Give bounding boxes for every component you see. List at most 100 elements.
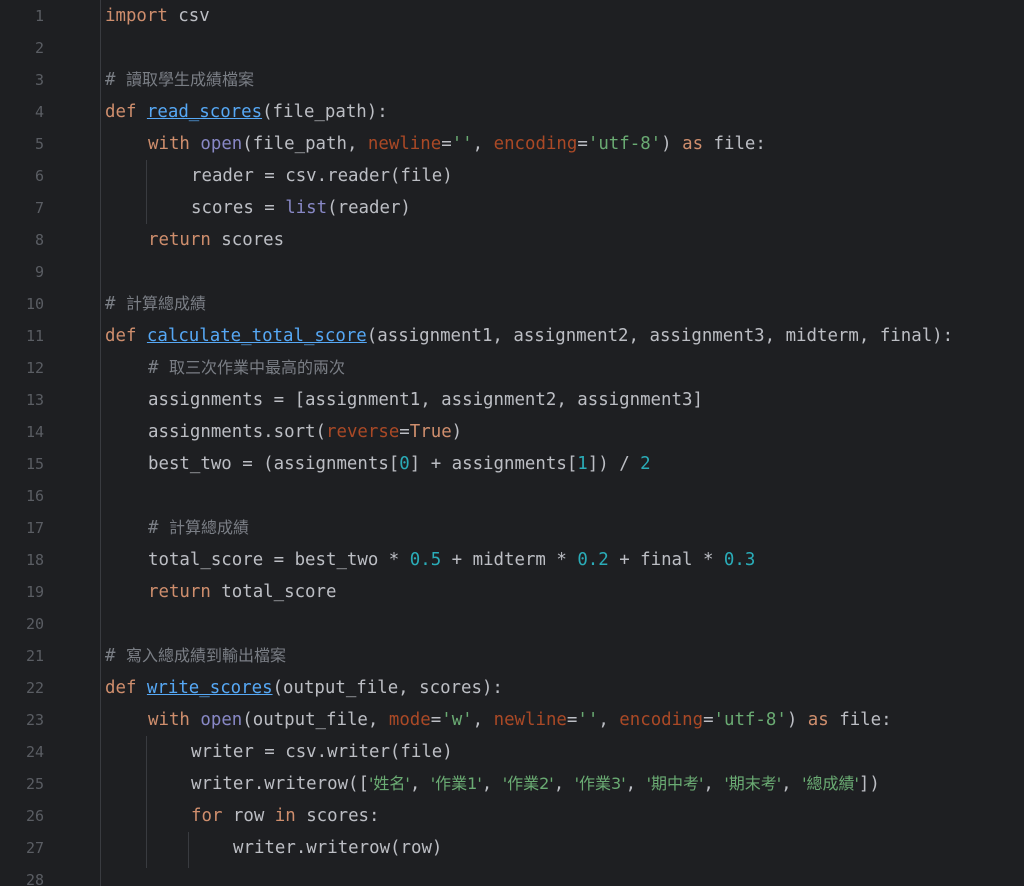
comment-hash: #: [105, 294, 126, 314]
code-text: file:: [828, 710, 892, 730]
code-line-15: best_two = (assignments[0] + assignments…: [148, 448, 651, 480]
code-text: ,: [553, 774, 575, 794]
line-number: 19: [25, 583, 44, 601]
string: '作業1': [430, 774, 482, 793]
code-line-12: # 取三次作業中最高的兩次: [148, 352, 345, 384]
line-number: 22: [25, 679, 44, 697]
code-text: ,: [625, 774, 647, 794]
number: 1: [577, 454, 588, 474]
code-line-3: # 讀取學生成績檔案: [105, 64, 254, 96]
comment-hash: #: [105, 646, 126, 666]
keyword: return: [148, 582, 211, 602]
code-line-7: scores = list(reader): [191, 192, 411, 224]
code-text: ): [661, 134, 683, 154]
line-number: 3: [34, 71, 44, 89]
code-text: file:: [703, 134, 766, 154]
line-number: 20: [25, 615, 44, 633]
string: 'utf-8': [713, 710, 787, 730]
code-text: ,: [409, 774, 431, 794]
builtin: list: [285, 198, 328, 218]
keyword: with: [148, 134, 190, 154]
code-text: (output_file,: [242, 710, 389, 730]
line-number: 9: [34, 263, 44, 281]
keyword: True: [409, 422, 452, 442]
number: 2: [640, 454, 651, 474]
string: '': [451, 134, 473, 154]
code-line-5: with open(file_path, newline='', encodin…: [148, 128, 766, 160]
code-line-23: with open(output_file, mode='w', newline…: [148, 704, 892, 736]
line-number: 4: [34, 103, 44, 121]
code-text: (reader): [327, 198, 411, 218]
code-text: writer = csv.writer(file): [191, 742, 453, 762]
code-text: (assignment1, assignment2, assignment3, …: [366, 326, 954, 346]
code-line-25: writer.writerow(['姓名', '作業1', '作業2', '作業…: [191, 768, 880, 800]
code-text: row: [222, 806, 275, 826]
line-number: 16: [25, 487, 44, 505]
keyword: def: [105, 678, 137, 698]
code-text: assignments = [assignment1, assignment2,…: [148, 390, 703, 410]
line-number: 7: [34, 199, 44, 217]
parameter: encoding: [619, 710, 704, 730]
code-text: + final *: [608, 550, 724, 570]
comment-text: 寫入總成績到輸出檔案: [125, 646, 286, 665]
code-text: =: [430, 710, 442, 730]
code-text: ,: [472, 710, 494, 730]
code-text: reader = csv.reader(file): [191, 166, 453, 186]
number: 0.5: [409, 550, 442, 570]
comment-text: 讀取學生成績檔案: [125, 70, 254, 89]
line-number: 13: [25, 391, 44, 409]
code-text: writer.writerow(row): [233, 838, 443, 858]
code-line-11: def calculate_total_score(assignment1, a…: [105, 320, 953, 352]
string: '姓名': [369, 774, 410, 793]
parameter: newline: [367, 134, 442, 154]
keyword: for: [191, 806, 223, 826]
line-number: 2: [34, 39, 44, 57]
line-number: 10: [25, 295, 44, 313]
builtin: open: [200, 134, 243, 154]
keyword: def: [105, 102, 137, 122]
number: 0: [399, 454, 410, 474]
comment-text: 取三次作業中最高的兩次: [168, 358, 345, 377]
line-number: 14: [25, 423, 44, 441]
code-area[interactable]: import csv # 讀取學生成績檔案 def read_scores(fi…: [105, 0, 1024, 886]
number: 0.2: [577, 550, 609, 570]
code-line-6: reader = csv.reader(file): [191, 160, 453, 192]
string: '總成績': [802, 774, 859, 793]
code-text: assignments.sort(: [148, 422, 326, 442]
code-line-21: # 寫入總成績到輸出檔案: [105, 640, 286, 672]
code-line-4: def read_scores(file_path):: [105, 96, 388, 128]
code-line-10: # 計算總成績: [105, 288, 206, 320]
line-number: 27: [25, 839, 44, 857]
code-line-14: assignments.sort(reverse=True): [148, 416, 462, 448]
code-editor[interactable]: 1 2 3 4 5 6 7 8 9 10 11 12 13 14 15 16 17 18 19 20 21 22 23 24 2…: [0, 0, 1024, 886]
line-number: 24: [25, 743, 44, 761]
line-number: 18: [25, 551, 44, 569]
code-text: =: [566, 710, 578, 730]
line-number: 26: [25, 807, 44, 825]
code-line-19: return total_score: [148, 576, 336, 608]
code-line-24: writer = csv.writer(file): [191, 736, 453, 768]
code-text: ,: [781, 774, 803, 794]
keyword: as: [682, 134, 704, 154]
code-line-13: assignments = [assignment1, assignment2,…: [148, 384, 703, 416]
code-text: (output_file, scores):: [272, 678, 503, 698]
code-text: ]): [858, 774, 880, 794]
keyword: with: [148, 710, 190, 730]
comment-hash: #: [148, 518, 169, 538]
parameter: newline: [493, 710, 567, 730]
function-name: read_scores: [146, 102, 263, 122]
parameter: reverse: [326, 422, 400, 442]
code-line-17: # 計算總成績: [148, 512, 249, 544]
line-number: 8: [34, 231, 44, 249]
string: '': [577, 710, 599, 730]
line-number: 28: [25, 871, 44, 886]
parameter: encoding: [493, 134, 578, 154]
line-number: 21: [25, 647, 44, 665]
line-number: 23: [25, 711, 44, 729]
comment-text: 計算總成績: [125, 294, 206, 313]
comment-text: 計算總成績: [168, 518, 249, 537]
code-text: + midterm *: [441, 550, 578, 570]
string: 'utf-8': [587, 134, 662, 154]
line-number: 5: [34, 135, 44, 153]
line-number: 6: [34, 167, 44, 185]
